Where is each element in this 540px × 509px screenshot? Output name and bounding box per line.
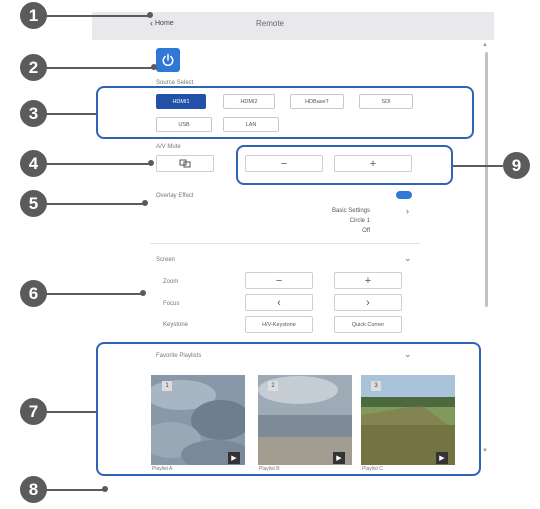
play-icon[interactable]: ▶ <box>436 452 448 464</box>
keystone-label: Keystone <box>163 322 189 328</box>
power-icon <box>162 53 174 67</box>
playlist-number-2: 2 <box>268 381 278 391</box>
callout-line-6 <box>46 293 142 295</box>
av-mute-icon <box>179 159 191 168</box>
page-title: Remote <box>255 19 284 28</box>
playlist-name-3: Playlist C <box>362 466 383 472</box>
av-mute-button[interactable] <box>156 155 214 172</box>
scroll-up-arrow[interactable]: ▲ <box>482 42 488 48</box>
av-mute-label: A/V Mute <box>156 144 181 150</box>
play-icon[interactable]: ▶ <box>228 452 240 464</box>
chevron-right-icon[interactable]: › <box>406 206 409 216</box>
play-icon[interactable]: ▶ <box>333 452 345 464</box>
callout-line-3 <box>46 113 96 115</box>
source-usb-button[interactable]: USB <box>156 117 212 132</box>
callout-dot-4 <box>148 160 154 166</box>
scrollbar-thumb[interactable] <box>485 52 488 307</box>
callout-8: 8 <box>20 476 47 503</box>
callout-3: 3 <box>20 100 47 127</box>
callout-line-1 <box>46 15 149 17</box>
callout-dot-2 <box>151 64 157 70</box>
callout-line-2 <box>46 67 153 69</box>
hv-keystone-button[interactable]: H/V-Keystone <box>245 316 313 333</box>
callout-4: 4 <box>20 150 47 177</box>
source-hdmi2-button[interactable]: HDMI2 <box>223 94 275 109</box>
source-hdbaset-button[interactable]: HDBaseT <box>290 94 344 109</box>
callout-6: 6 <box>20 280 47 307</box>
zoom-plus-button[interactable]: + <box>334 272 402 289</box>
av-mute-plus-button[interactable]: + <box>334 155 412 172</box>
overlay-effect-label: Overlay Effect <box>156 193 194 199</box>
quick-corner-button[interactable]: Quick Corner <box>334 316 402 333</box>
callout-7: 7 <box>20 398 47 425</box>
scroll-down-arrow[interactable]: ▼ <box>482 448 488 454</box>
callout-line-5 <box>46 203 144 205</box>
divider <box>150 243 420 244</box>
callout-9: 9 <box>503 152 530 179</box>
overlay-settings-title: Basic Settings <box>331 208 370 214</box>
playlist-number-1: 1 <box>162 381 172 391</box>
callout-line-9 <box>453 165 503 167</box>
callout-1: 1 <box>20 2 47 29</box>
playlist-name-2: Playlist B <box>259 466 280 472</box>
favorite-playlists-label: Favorite Playlists <box>156 353 202 359</box>
overlay-settings-state: Off <box>362 228 370 234</box>
chevron-down-icon[interactable]: ⌄ <box>404 253 412 264</box>
overlay-settings-pattern: Circle 1 <box>349 218 370 224</box>
zoom-minus-button[interactable]: − <box>245 272 313 289</box>
callout-line-8 <box>46 489 104 491</box>
zoom-label: Zoom <box>163 279 179 285</box>
power-button[interactable] <box>156 48 180 72</box>
overlay-toggle[interactable] <box>396 191 412 199</box>
source-lan-button[interactable]: LAN <box>223 117 279 132</box>
focus-label: Focus <box>163 301 180 307</box>
playlist-number-3: 3 <box>371 381 381 391</box>
source-sdi-button[interactable]: SDI <box>359 94 413 109</box>
callout-dot-6 <box>140 290 146 296</box>
chevron-down-icon[interactable]: ⌄ <box>404 349 412 360</box>
av-mute-minus-button[interactable]: − <box>245 155 323 172</box>
playlist-name-1: Playlist A <box>152 466 173 472</box>
source-hdmi1-button[interactable]: HDMI1 <box>156 94 206 109</box>
callout-dot-1 <box>147 12 153 18</box>
screen-label: Screen <box>156 257 176 263</box>
callout-line-7 <box>46 411 96 413</box>
callout-line-4 <box>46 163 150 165</box>
callout-dot-8 <box>102 486 108 492</box>
callout-2: 2 <box>20 54 47 81</box>
callout-dot-5 <box>142 200 148 206</box>
focus-far-button[interactable]: › <box>334 294 402 311</box>
focus-near-button[interactable]: ‹ <box>245 294 313 311</box>
source-select-highlight <box>96 86 474 139</box>
callout-5: 5 <box>20 190 47 217</box>
